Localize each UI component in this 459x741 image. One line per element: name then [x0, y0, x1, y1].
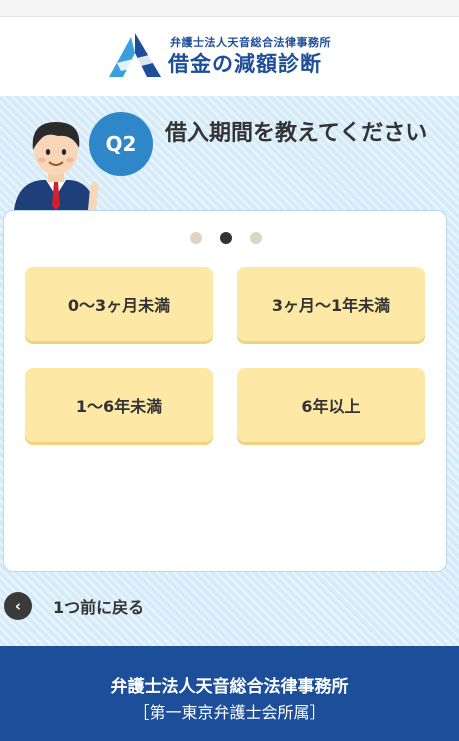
footer-firm-name: 弁護士法人天音総合法律事務所 [110, 677, 349, 697]
options-card: 0〜3ヶ月未満 3ヶ月〜1年未満 1〜6年未満 6年以上 [3, 210, 447, 572]
back-button[interactable]: ‹ 1つ前に戻る [4, 592, 144, 620]
question-text: 借入期間を教えてください [165, 121, 428, 146]
progress-dot-current [220, 232, 232, 244]
quiz-area: Q2 借入期間を教えてください 0〜3ヶ月未満 3ヶ月〜1年未満 1〜6年未満 … [0, 96, 459, 646]
option-button[interactable]: 6年以上 [237, 368, 425, 442]
progress-dots [190, 232, 262, 244]
browser-top-bar [0, 0, 459, 17]
back-button-label: 1つ前に戻る [53, 598, 145, 617]
logo-icon [109, 33, 161, 77]
option-button[interactable]: 3ヶ月〜1年未満 [237, 267, 425, 341]
chevron-left-icon: ‹ [4, 592, 32, 620]
question-number-badge: Q2 [89, 112, 153, 176]
logo-service-title: 借金の減額診断 [168, 52, 322, 76]
site-header: 弁護士法人天音総合法律事務所 借金の減額診断 [0, 17, 459, 96]
progress-dot [190, 232, 202, 244]
progress-dot [250, 232, 262, 244]
footer-affiliation: ［第一東京弁護士会所属］ [133, 703, 326, 722]
option-button[interactable]: 0〜3ヶ月未満 [25, 267, 213, 341]
site-footer: 弁護士法人天音総合法律事務所 ［第一東京弁護士会所属］ [0, 646, 459, 741]
footer-truncated-text [110, 728, 350, 741]
option-button[interactable]: 1〜6年未満 [25, 368, 213, 442]
